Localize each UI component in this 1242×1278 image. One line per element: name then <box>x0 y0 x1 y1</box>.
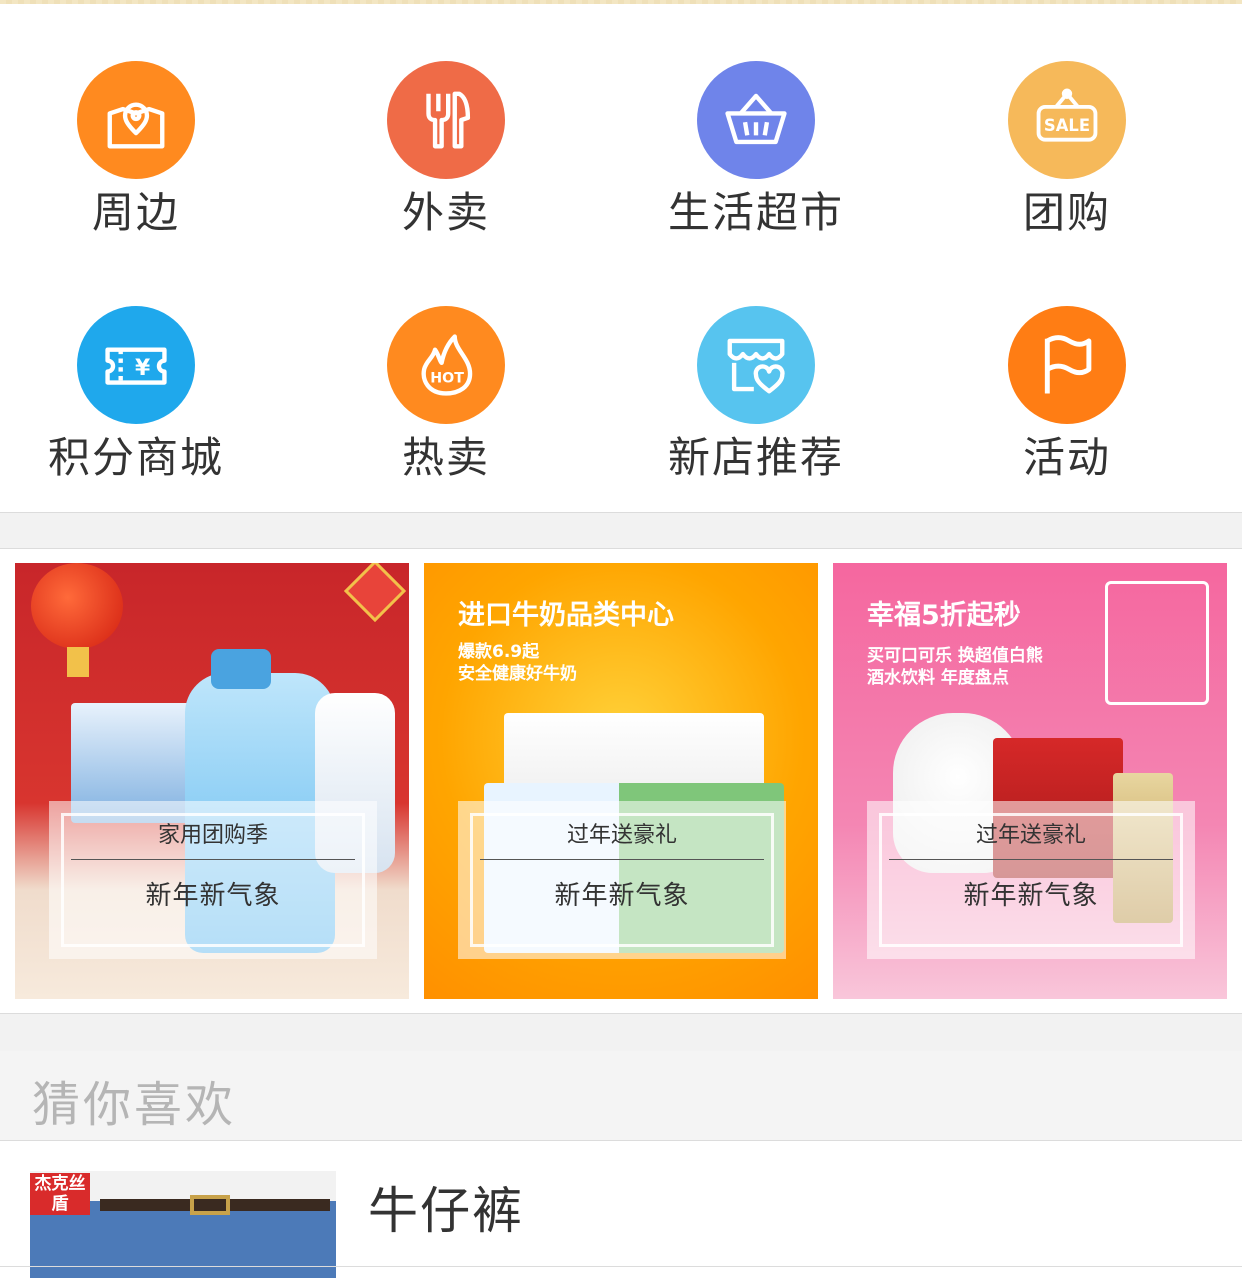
basket-icon <box>697 61 815 179</box>
category-label: 积分商城 <box>47 433 224 482</box>
bottle-cap <box>211 649 271 689</box>
caption-bottom: 新年新气象 <box>963 881 1099 911</box>
fu-charm <box>343 563 407 623</box>
banner-caption: 过年送豪礼 新年新气象 <box>458 801 786 959</box>
product-item[interactable]: 杰克丝盾 牛仔裤 <box>0 1141 1242 1278</box>
category-grid: 周边 外卖 生活超市 SALE 团购 ¥ 积分商城 HOT 热卖 新店推荐 活动 <box>0 4 1242 512</box>
banner-caption: 过年送豪礼 新年新气象 <box>867 801 1195 959</box>
category-label: 热卖 <box>401 433 490 482</box>
svg-text:SALE: SALE <box>1044 116 1090 135</box>
svg-text:HOT: HOT <box>430 371 464 387</box>
category-takeout[interactable]: 外卖 <box>291 4 601 249</box>
category-supermarket[interactable]: 生活超市 <box>601 4 911 249</box>
section-divider <box>0 512 1242 549</box>
caption-top: 家用团购季 <box>157 823 268 848</box>
recommend-title: 猜你喜欢 <box>32 1077 237 1133</box>
caption-divider <box>480 859 764 860</box>
banner-title: 进口牛奶品类中心 <box>458 600 674 631</box>
caption-divider <box>889 859 1173 860</box>
svg-text:¥: ¥ <box>135 356 150 381</box>
caption-bottom: 新年新气象 <box>145 881 281 911</box>
category-label: 活动 <box>1022 433 1111 482</box>
category-label: 外卖 <box>401 188 490 237</box>
category-new-store[interactable]: 新店推荐 <box>601 249 911 494</box>
belt-buckle-graphic <box>190 1195 230 1215</box>
category-hot-sale[interactable]: HOT 热卖 <box>291 249 601 494</box>
ticket-icon: ¥ <box>77 306 195 424</box>
hot-flame-icon: HOT <box>387 306 505 424</box>
promo-banner-beverage[interactable]: 幸福5折起秒 买可口可乐 换超值白熊 酒水饮料 年度盘点 过年送豪礼 新年新气象 <box>833 563 1227 999</box>
milk-carton-pack <box>504 713 764 793</box>
fork-knife-icon <box>387 61 505 179</box>
banner-subtitle: 安全健康好牛奶 <box>458 664 577 684</box>
promo-banners: 家用团购季 新年新气象 进口牛奶品类中心 爆款6.9起 安全健康好牛奶 过年送豪… <box>0 549 1242 1013</box>
category-label: 生活超市 <box>667 188 844 237</box>
promo-banner-milk[interactable]: 进口牛奶品类中心 爆款6.9起 安全健康好牛奶 过年送豪礼 新年新气象 <box>424 563 818 999</box>
lantern-tassel <box>67 647 89 677</box>
promo-banner-household[interactable]: 家用团购季 新年新气象 <box>15 563 409 999</box>
category-group-buy[interactable]: SALE 团购 <box>912 4 1222 249</box>
category-activity[interactable]: 活动 <box>912 249 1222 494</box>
banner-caption: 家用团购季 新年新气象 <box>49 801 377 959</box>
category-label: 周边 <box>91 188 180 237</box>
category-points-mall[interactable]: ¥ 积分商城 <box>0 249 291 494</box>
product-thumbnail: 杰克丝盾 <box>30 1171 336 1278</box>
caption-bottom: 新年新气象 <box>554 881 690 911</box>
lantern-image <box>31 563 123 649</box>
category-label: 新店推荐 <box>667 433 844 482</box>
sale-tag-icon: SALE <box>1008 61 1126 179</box>
caption-top: 过年送豪礼 <box>975 823 1086 848</box>
brand-logo: 杰克丝盾 <box>30 1173 90 1215</box>
list-divider <box>0 1266 1242 1267</box>
category-nearby[interactable]: 周边 <box>0 4 291 249</box>
location-bag-icon <box>77 61 195 179</box>
product-name: 牛仔裤 <box>368 1182 524 1240</box>
banner-subtitle: 酒水饮料 年度盘点 <box>867 668 1009 688</box>
caption-top: 过年送豪礼 <box>566 823 677 848</box>
category-label: 团购 <box>1022 188 1111 237</box>
promo-stamp-frame <box>1105 581 1209 705</box>
banner-title: 幸福5折起秒 <box>867 600 1021 631</box>
caption-divider <box>71 859 355 860</box>
flag-icon <box>1008 306 1126 424</box>
recommend-header: 猜你喜欢 <box>0 1051 1242 1141</box>
store-heart-icon <box>697 306 815 424</box>
section-divider <box>0 1013 1242 1051</box>
